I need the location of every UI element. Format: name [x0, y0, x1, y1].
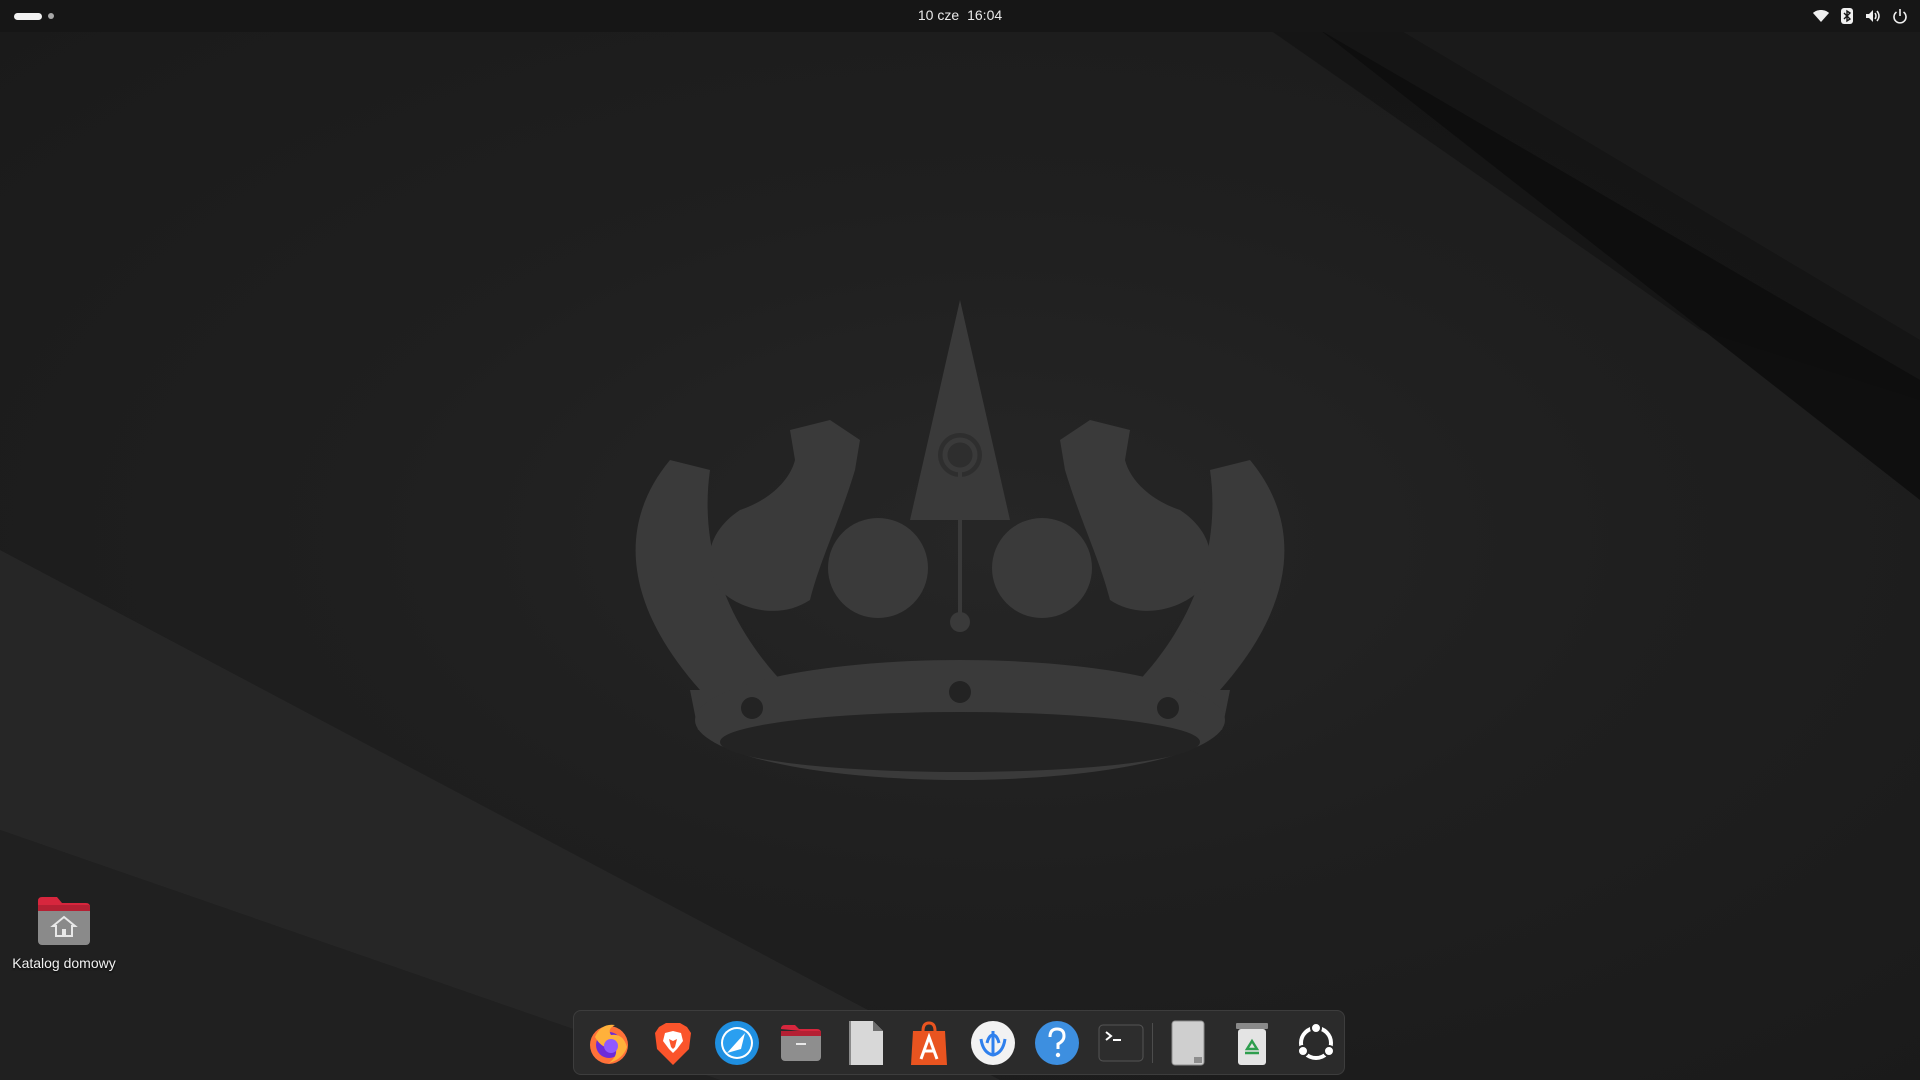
bluetooth-icon [1840, 7, 1854, 25]
activities-button[interactable] [14, 8, 54, 24]
workspace-indicator [48, 13, 54, 19]
desktop-icon-label: Katalog domowy [12, 955, 116, 971]
dock-item-files[interactable] [777, 1019, 825, 1067]
power-icon [1892, 8, 1908, 24]
date-time[interactable]: 10 cze 16:04 [918, 0, 1002, 32]
dock-item-app-center[interactable] [905, 1019, 953, 1067]
volume-icon [1864, 8, 1882, 24]
desktop-icon-home[interactable]: Katalog domowy [4, 895, 124, 971]
dock-item-ssd[interactable] [1164, 1019, 1212, 1067]
crown-logo [635, 300, 1285, 780]
dock-item-show-apps[interactable] [1292, 1019, 1340, 1067]
show-apps-icon [1297, 1022, 1335, 1060]
workspace-indicator-active [14, 12, 42, 20]
time-label: 16:04 [967, 7, 1003, 23]
ssd-drive-icon [1171, 1020, 1205, 1066]
dock-item-text-editor[interactable] [841, 1019, 889, 1067]
vscodium-icon [971, 1021, 1015, 1065]
desktop[interactable]: 10 cze 16:04 Katalog domowy [0, 0, 1920, 1080]
dock-item-firefox[interactable] [585, 1019, 633, 1067]
help-icon [1035, 1021, 1079, 1065]
date-label: 10 cze [917, 7, 960, 23]
dock-item-vscodium[interactable] [969, 1019, 1017, 1067]
files-icon [781, 1025, 821, 1061]
dock-item-help[interactable] [1033, 1019, 1081, 1067]
dock-item-terminal[interactable] [1097, 1019, 1145, 1067]
dock [573, 1010, 1345, 1075]
thunderbird-icon [715, 1021, 759, 1065]
brave-icon [655, 1023, 691, 1065]
app-center-icon [911, 1021, 947, 1065]
dock-item-thunderbird[interactable] [713, 1019, 761, 1067]
dock-item-trash[interactable] [1228, 1019, 1276, 1067]
system-tray[interactable] [1812, 0, 1908, 32]
home-folder-icon [38, 897, 90, 945]
wifi-icon [1812, 8, 1830, 24]
dock-item-brave[interactable] [649, 1019, 697, 1067]
wallpaper [0, 30, 1920, 1080]
top-bar: 10 cze 16:04 [0, 0, 1920, 32]
trash-icon [1236, 1023, 1268, 1065]
firefox-icon [590, 1024, 628, 1064]
terminal-icon [1098, 1024, 1144, 1062]
text-editor-icon [849, 1021, 883, 1065]
dock-separator [1152, 1023, 1153, 1063]
